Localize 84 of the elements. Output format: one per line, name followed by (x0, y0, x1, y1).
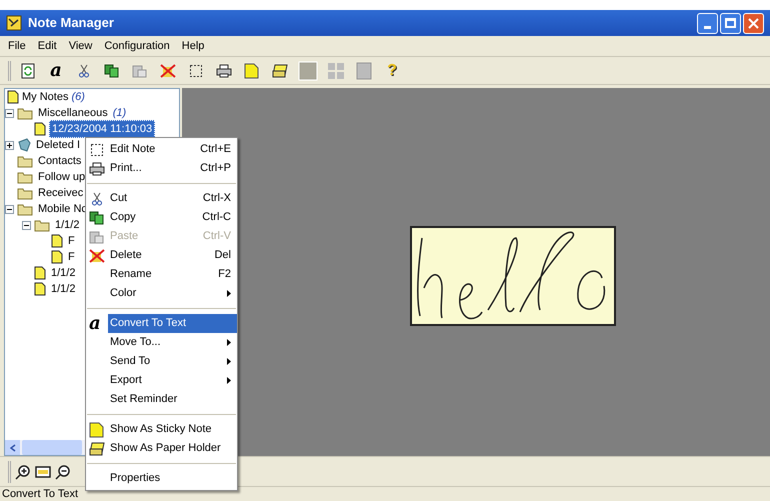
paste-icon (132, 64, 148, 78)
context-menu-item[interactable]: Show As Sticky Note (86, 420, 237, 439)
collapse-icon[interactable] (5, 204, 14, 214)
app-icon (6, 15, 22, 31)
note-icon (51, 250, 63, 264)
tree-item[interactable]: Follow up (36, 168, 88, 186)
context-menu-item[interactable]: Delete Del (86, 246, 237, 265)
selection-icon (90, 142, 104, 156)
tree-item[interactable]: 12/23/2004 11:10:03 (49, 120, 156, 138)
note-icon (34, 122, 46, 136)
context-menu-item[interactable]: Copy Ctrl-C (86, 208, 237, 227)
menu-item[interactable]: File (8, 38, 26, 54)
paper-holder-icon (271, 62, 289, 78)
scroll-left-icon[interactable] (10, 444, 16, 452)
submenu-arrow-icon (227, 290, 231, 297)
delete-icon (160, 64, 176, 78)
window-title: Note Manager (28, 14, 115, 32)
context-menu-item[interactable]: Export (86, 371, 237, 390)
sticky-note-icon (244, 62, 260, 78)
scissors-icon (91, 192, 103, 206)
note-icon (34, 266, 46, 280)
notebook-icon (7, 90, 19, 104)
context-menu-item[interactable]: Move To... (86, 333, 237, 352)
context-menu-item[interactable]: Show As Paper Holder (86, 439, 237, 458)
tree-item[interactable]: F (66, 248, 77, 266)
zoom-in-icon[interactable] (15, 464, 31, 480)
zoom-out-icon[interactable] (55, 464, 71, 480)
tree-root[interactable]: My Notes (22, 89, 68, 106)
folder-icon (34, 218, 50, 232)
folder-icon (17, 186, 33, 200)
note-icon (51, 234, 63, 248)
expand-icon[interactable] (5, 140, 14, 150)
context-menu-item[interactable]: a Convert To Text (86, 314, 237, 333)
context-menu-item[interactable]: Print... Ctrl+P (86, 159, 237, 178)
minimize-button[interactable] (697, 12, 718, 34)
submenu-arrow-icon (227, 339, 231, 346)
item-count: (1) (112, 106, 126, 121)
context-menu-item[interactable]: Rename F2 (86, 265, 237, 284)
paste-icon (89, 230, 105, 244)
collapse-icon[interactable] (22, 220, 31, 230)
tree-item[interactable]: Deleted I (34, 136, 82, 154)
convert-to-text-button[interactable]: a (45, 60, 67, 82)
copy-icon (89, 210, 105, 224)
submenu-arrow-icon (227, 377, 231, 384)
folder-icon (17, 106, 33, 120)
tree-item[interactable]: F (66, 232, 77, 250)
trash-icon (17, 138, 31, 152)
context-menu-item[interactable]: Color (86, 284, 237, 303)
fit-width-icon[interactable] (35, 464, 51, 480)
delete-icon (89, 248, 105, 262)
folder-icon (17, 154, 33, 168)
menu-item[interactable]: View (68, 38, 92, 54)
menu-item[interactable]: Help (182, 38, 204, 54)
item-count: (6) (71, 90, 85, 105)
context-menu-item[interactable]: Cut Ctrl-X (86, 189, 237, 208)
close-button[interactable] (743, 12, 764, 34)
close-icon (748, 18, 759, 28)
printer-icon (89, 162, 105, 176)
note-icon (34, 282, 46, 296)
context-menu-item[interactable]: Set Reminder (86, 390, 237, 409)
submenu-arrow-icon (227, 358, 231, 365)
tree-item[interactable]: Contacts (36, 152, 84, 170)
tree-item[interactable]: Receivec (36, 184, 86, 202)
folder-icon (17, 170, 33, 184)
context-menu-item[interactable]: Properties (86, 469, 237, 488)
printer-icon (216, 64, 232, 78)
context-menu-item[interactable]: Send To (86, 352, 237, 371)
menu-item[interactable]: Configuration (104, 38, 170, 54)
sticky-note-icon (89, 422, 105, 438)
maximize-button[interactable] (720, 12, 741, 34)
tree-item[interactable]: Miscellaneous (36, 104, 110, 122)
folder-icon (17, 202, 33, 216)
refresh-icon[interactable] (21, 62, 35, 78)
scissors-icon (78, 64, 90, 78)
tree-item[interactable]: 1/1/2 (53, 216, 82, 234)
paper-holder-icon (88, 440, 106, 456)
collapse-icon[interactable] (5, 108, 14, 118)
tree-item[interactable]: 1/1/2 (49, 280, 78, 298)
selection-icon (189, 64, 203, 78)
menu-item[interactable]: Edit (38, 38, 57, 54)
context-menu-item[interactable]: Edit Note Ctrl+E (86, 140, 237, 159)
status-text: Convert To Text (2, 488, 78, 500)
copy-icon (104, 64, 120, 78)
tree-item[interactable]: 1/1/2 (49, 264, 78, 282)
